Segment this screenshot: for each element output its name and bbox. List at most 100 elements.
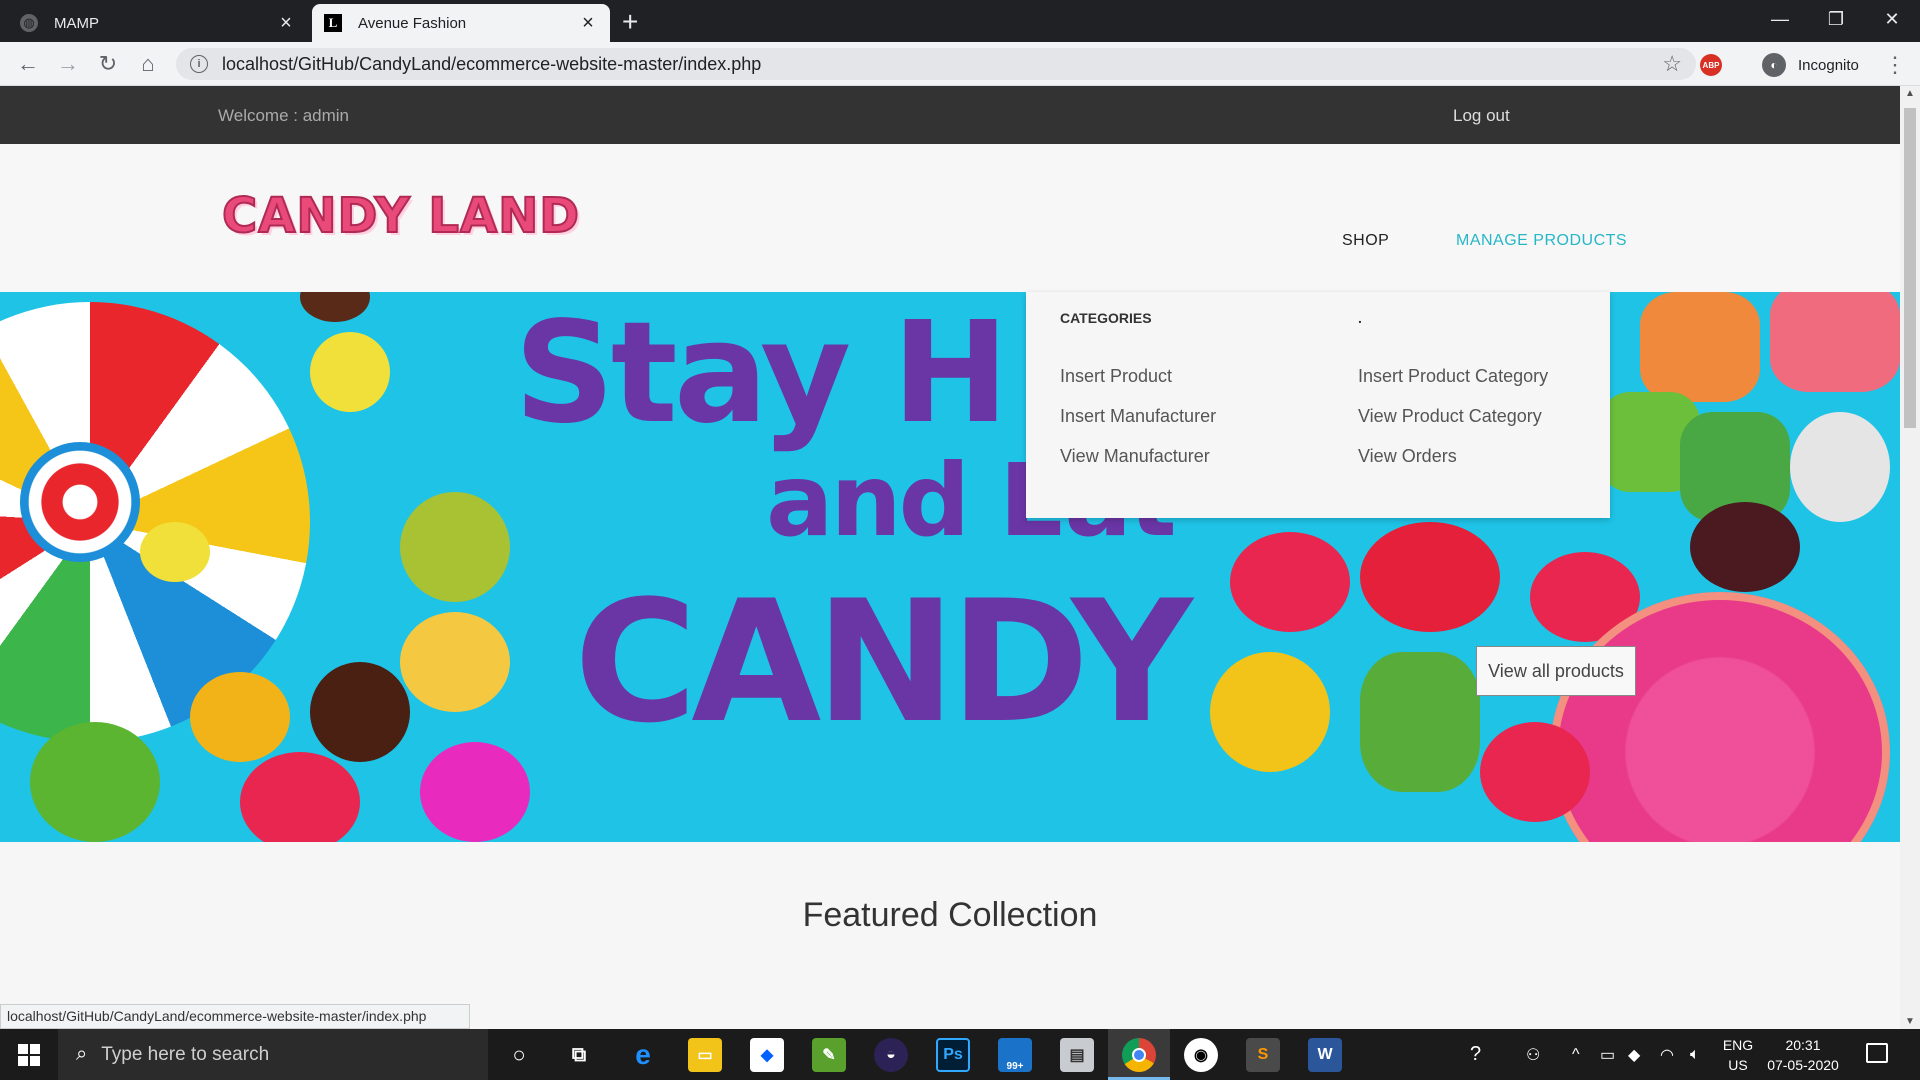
chrome-icon[interactable] (1122, 1038, 1156, 1072)
candy-image (1210, 652, 1330, 772)
candy-image (310, 332, 390, 412)
language-code: ENG (1722, 1037, 1754, 1053)
candy-land-logo[interactable]: CANDY LAND (221, 187, 580, 245)
dropdown-item-view-orders[interactable]: View Orders (1358, 446, 1457, 467)
manage-products-dropdown: CATEGORIES . Insert Product Insert Manuf… (1026, 292, 1610, 518)
clock-date: 07-05-2020 (1767, 1057, 1839, 1073)
nav-shop-link[interactable]: SHOP (1342, 232, 1389, 250)
start-button[interactable] (0, 1029, 58, 1080)
tab-title: MAMP (54, 14, 99, 32)
candy-image (1480, 722, 1590, 822)
candy-image (1230, 532, 1350, 632)
candy-image (300, 292, 370, 322)
task-view-icon[interactable]: ⧉ (562, 1038, 596, 1072)
bookmark-star-icon[interactable]: ☆ (1662, 51, 1682, 77)
candy-image (310, 662, 410, 762)
eclipse-icon[interactable]: ◒ (874, 1038, 908, 1072)
dropdown-heading-categories: CATEGORIES (1060, 310, 1152, 326)
restore-icon[interactable]: ❐ (1808, 0, 1864, 38)
link-status-bar: localhost/GitHub/CandyLand/ecommerce-web… (0, 1004, 470, 1029)
incognito-profile-button[interactable]: ◐ Incognito (1752, 50, 1869, 80)
browser-toolbar: ← → ↻ ⌂ i localhost/GitHub/CandyLand/eco… (0, 42, 1920, 86)
scrollbar-thumb[interactable] (1904, 108, 1916, 428)
mamp-icon[interactable]: ▤ (1060, 1038, 1094, 1072)
edge-browser-icon[interactable]: e (626, 1038, 660, 1072)
candy-image (1790, 412, 1890, 522)
nav-manage-products-link[interactable]: MANAGE PRODUCTS (1456, 232, 1627, 250)
candy-image (30, 722, 160, 842)
photoshop-icon[interactable]: Ps (936, 1038, 970, 1072)
candy-image (1640, 292, 1760, 402)
back-arrow-icon[interactable]: ← (12, 48, 44, 80)
search-placeholder: Type here to search (101, 1043, 270, 1065)
windows-logo-icon (18, 1043, 40, 1066)
view-all-products-button[interactable]: View all products (1476, 646, 1636, 696)
github-icon[interactable]: ◉ (1184, 1038, 1218, 1072)
input-language[interactable]: ENG US (1720, 1035, 1756, 1075)
candy-image (140, 522, 210, 582)
people-icon[interactable]: ⚇ (1526, 1029, 1540, 1080)
wifi-icon[interactable]: ◠ (1660, 1029, 1674, 1080)
candy-image (240, 752, 360, 842)
help-icon[interactable]: ? (1470, 1029, 1481, 1080)
forward-arrow-icon[interactable]: → (52, 48, 84, 80)
dropbox-tray-icon[interactable]: ◆ (1628, 1029, 1640, 1080)
candy-image (400, 492, 510, 602)
taskbar-search-box[interactable]: ⌕ Type here to search (58, 1029, 488, 1080)
info-icon[interactable]: i (190, 55, 208, 73)
battery-icon[interactable]: ▭ (1600, 1029, 1615, 1080)
globe-icon: ◍ (20, 14, 38, 32)
file-explorer-icon[interactable]: ▭ (688, 1038, 722, 1072)
region-code: US (1728, 1057, 1748, 1073)
word-icon[interactable]: W (1308, 1038, 1342, 1072)
dropdown-item-insert-product-category[interactable]: Insert Product Category (1358, 366, 1548, 387)
cortana-icon[interactable]: ○ (502, 1038, 536, 1072)
address-bar[interactable]: i localhost/GitHub/CandyLand/ecommerce-w… (176, 48, 1696, 80)
windows-taskbar: ⌕ Type here to search ○ ⧉ e ▭ ◆ ✎ ◒ Ps 9… (0, 1029, 1920, 1080)
minimize-icon[interactable]: — (1752, 0, 1808, 38)
dropdown-heading-secondary: . (1358, 310, 1362, 326)
site-favicon-icon: L (324, 14, 342, 32)
volume-icon[interactable]: 🔈︎ (1690, 1029, 1700, 1080)
hero-headline-line3: CANDY (574, 564, 1193, 760)
reload-icon[interactable]: ↻ (92, 48, 124, 80)
close-icon[interactable]: × (578, 12, 598, 35)
dropdown-item-view-manufacturer[interactable]: View Manufacturer (1060, 446, 1210, 467)
candy-image (190, 672, 290, 762)
system-clock[interactable]: 20:31 07-05-2020 (1760, 1035, 1846, 1075)
url-text[interactable]: localhost/GitHub/CandyLand/ecommerce-web… (222, 54, 1662, 75)
home-icon[interactable]: ⌂ (132, 48, 164, 80)
more-menu-icon[interactable]: ⋮ (1884, 52, 1906, 78)
scroll-down-arrow-icon[interactable]: ▼ (1905, 1016, 1915, 1027)
lollipop-center-image (20, 442, 140, 562)
browser-tab-strip: ◍ MAMP × L Avenue Fashion × + — ❐ ✕ (0, 0, 1920, 42)
candy-image (400, 612, 510, 712)
close-icon[interactable]: ✕ (1864, 0, 1920, 38)
notifications-icon[interactable] (1866, 1043, 1888, 1063)
scroll-up-arrow-icon[interactable]: ▲ (1905, 88, 1915, 99)
close-icon[interactable]: × (276, 12, 296, 35)
tab-mamp[interactable]: ◍ MAMP × (8, 4, 308, 42)
notepadpp-icon[interactable]: ✎ (812, 1038, 846, 1072)
dropbox-icon[interactable]: ◆ (750, 1038, 784, 1072)
incognito-icon: ◐ (1762, 53, 1786, 77)
plus-icon[interactable]: + (622, 6, 638, 38)
sublime-text-icon[interactable]: S (1246, 1038, 1280, 1072)
dropdown-item-view-product-category[interactable]: View Product Category (1358, 406, 1542, 427)
page-scrollbar[interactable]: ▲ ▼ (1900, 86, 1920, 1029)
candy-image (1770, 292, 1900, 392)
candy-image (420, 742, 530, 842)
hero-headline-line1: Stay H (514, 292, 1009, 455)
dropdown-item-insert-product[interactable]: Insert Product (1060, 366, 1172, 387)
page-viewport: Welcome : admin Log out CANDY LAND SHOP … (0, 86, 1900, 1029)
mail-icon[interactable]: 99+ (998, 1038, 1032, 1072)
dropdown-item-insert-manufacturer[interactable]: Insert Manufacturer (1060, 406, 1216, 427)
candy-image (1360, 522, 1500, 632)
adblock-extension-icon[interactable]: ABP (1700, 54, 1722, 76)
show-hidden-icons-icon[interactable]: ^ (1572, 1029, 1580, 1080)
hero-banner: Stay H and Eat CANDY (0, 292, 1900, 842)
logout-link[interactable]: Log out (1453, 106, 1510, 126)
featured-collection-title: Featured Collection (802, 896, 1098, 934)
tab-avenue-fashion[interactable]: L Avenue Fashion × (312, 4, 610, 42)
candy-image (1360, 652, 1480, 792)
